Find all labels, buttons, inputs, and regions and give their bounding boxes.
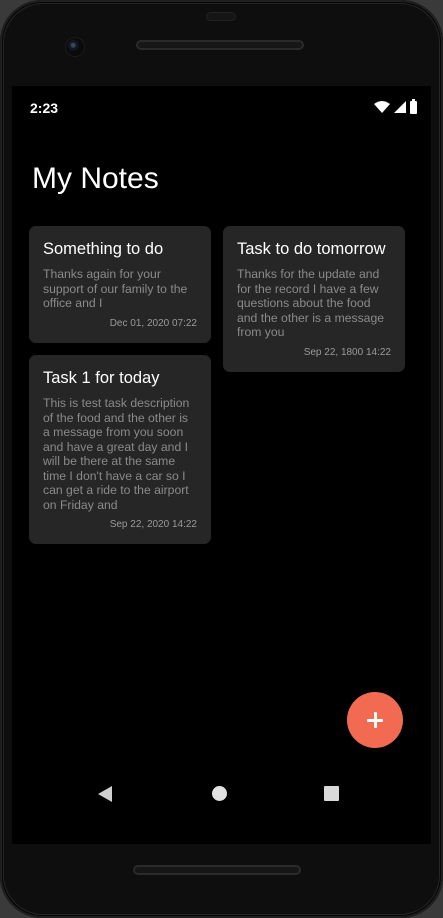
bottom-speaker-grille (133, 865, 301, 875)
note-body: Thanks for the update and for the record… (237, 267, 385, 339)
note-date: Sep 22, 1800 14:22 (303, 346, 391, 358)
note-body: This is test task description of the foo… (43, 396, 190, 512)
screen: 2:23 My Notes Something to do Thanks aga… (12, 86, 431, 844)
status-bar: 2:23 (12, 86, 431, 130)
navigation-bar (12, 766, 431, 822)
cell-signal-icon (394, 101, 406, 113)
back-triangle-icon[interactable] (98, 786, 112, 802)
status-icons (374, 98, 417, 115)
note-date: Dec 01, 2020 07:22 (109, 317, 197, 329)
recents-square-icon[interactable] (324, 786, 339, 801)
add-note-button[interactable] (347, 692, 403, 748)
note-card[interactable]: Task to do tomorrow Thanks for the updat… (223, 226, 405, 372)
front-camera (66, 38, 84, 56)
note-date: Sep 22, 2020 14:22 (109, 519, 197, 530)
note-title: Something to do (43, 240, 164, 258)
wifi-icon (374, 101, 390, 113)
note-title: Task to do tomorrow (237, 240, 386, 258)
phone-frame: 2:23 My Notes Something to do Thanks aga… (0, 0, 443, 918)
earpiece (206, 12, 236, 21)
battery-icon (410, 98, 417, 114)
note-title: Task 1 for today (43, 369, 160, 387)
page-title: My Notes (32, 162, 159, 195)
top-speaker-grille (136, 40, 304, 50)
note-body: Thanks again for your support of our fam… (43, 267, 188, 310)
home-circle-icon[interactable] (212, 786, 227, 801)
note-card[interactable]: Something to do Thanks again for your su… (29, 226, 211, 343)
plus-icon (367, 712, 383, 728)
note-card[interactable]: Task 1 for today This is test task descr… (29, 355, 211, 544)
status-time: 2:23 (30, 100, 59, 116)
